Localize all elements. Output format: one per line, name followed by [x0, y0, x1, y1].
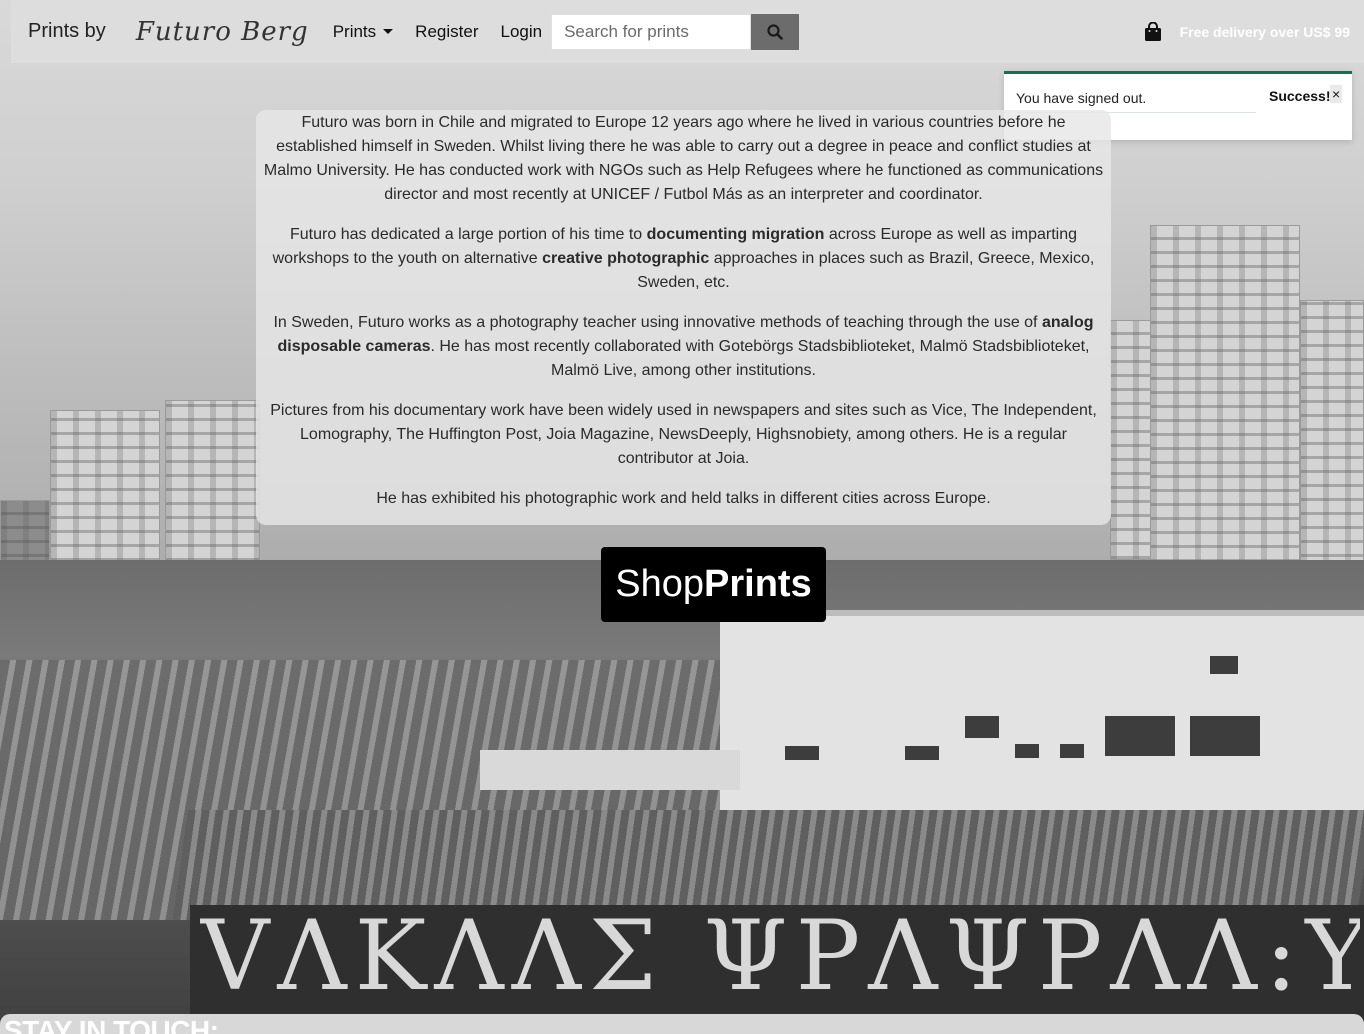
roof	[480, 750, 740, 790]
highlight-text: creative photographic	[542, 250, 710, 267]
search-icon	[767, 23, 783, 40]
building	[1150, 225, 1300, 605]
highlight-text: documenting migration	[646, 226, 825, 243]
nav-right: Free delivery over US$ 99	[1144, 21, 1350, 42]
close-icon[interactable]: ×	[1330, 85, 1343, 103]
warehouse	[720, 610, 1364, 816]
search-button[interactable]	[751, 13, 800, 50]
shop-prints-button[interactable]: Shop Prints	[601, 547, 826, 622]
brand-text[interactable]: Prints by	[28, 20, 106, 43]
footer-title: STAY IN TOUCH:	[4, 1015, 219, 1034]
register-link[interactable]: Register	[415, 22, 478, 42]
chevron-down-icon	[383, 29, 394, 34]
about-paragraph: Pictures from his documentary work have …	[270, 402, 1097, 467]
building	[1300, 300, 1364, 600]
toast-title: Success!	[1269, 88, 1331, 104]
signature-logo[interactable]: Futuro Berg	[136, 17, 309, 47]
free-delivery-notice: Free delivery over US$ 99	[1179, 23, 1350, 40]
search-form	[551, 13, 800, 50]
about-panel: Futuro was born in Chile and migrated to…	[256, 110, 1111, 525]
footer: STAY IN TOUCH:	[0, 1014, 1364, 1034]
about-paragraph: In Sweden, Futuro works as a photography…	[273, 314, 1094, 379]
shop-prints-label-bold: Prints	[704, 563, 812, 605]
shop-prints-label-light: Shop	[615, 563, 705, 605]
prints-dropdown-label: Prints	[332, 21, 377, 41]
prints-dropdown[interactable]: Prints	[332, 21, 394, 42]
about-paragraph: He has exhibited his photographic work a…	[376, 490, 991, 507]
login-link[interactable]: Login	[500, 22, 542, 42]
graffiti-text: VΛKΛΛΣ ΨΡΛΨΡΛΛ:ΥΙΚΦ	[200, 900, 1360, 1010]
about-paragraph: Futuro has dedicated a large portion of …	[272, 226, 1095, 291]
shopping-bag-icon[interactable]	[1144, 21, 1162, 42]
search-input[interactable]	[551, 13, 752, 50]
navbar: Prints by Futuro Berg Prints Register Lo…	[11, 0, 1364, 63]
about-paragraph: Futuro was born in Chile and migrated to…	[263, 114, 1104, 203]
